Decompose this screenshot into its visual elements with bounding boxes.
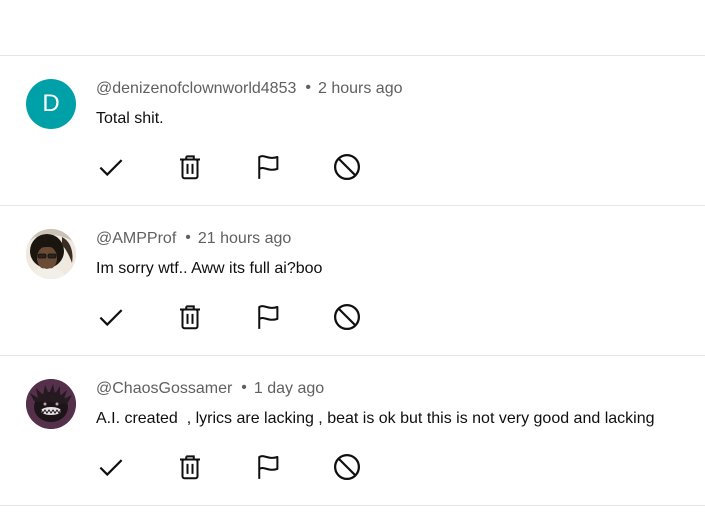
separator: • [185, 229, 191, 246]
comment-moderation-list: D @denizenofclownworld4853 • 2 hours ago T… [0, 0, 705, 524]
report-button[interactable] [252, 451, 284, 483]
avatar-letter: D [42, 90, 60, 117]
flag-icon [258, 155, 279, 179]
report-button[interactable] [252, 151, 284, 183]
comment-text: Im sorry wtf.. Aww its full ai?boo [96, 260, 323, 277]
comment-meta: @ChaosGossamer • 1 day ago [96, 379, 324, 399]
comment-time[interactable]: 2 hours ago [318, 80, 403, 97]
comment-meta: @AMPProf • 21 hours ago [96, 229, 291, 249]
trash-icon [180, 455, 200, 480]
trash-icon [180, 155, 200, 180]
avatar[interactable]: D [26, 79, 76, 129]
approve-button[interactable] [95, 301, 127, 333]
delete-button[interactable] [174, 451, 206, 483]
delete-button[interactable] [174, 301, 206, 333]
hide-user-button[interactable] [331, 151, 363, 183]
avatar[interactable] [26, 379, 76, 429]
hide-user-button[interactable] [331, 451, 363, 483]
avatar-photo [26, 379, 76, 429]
comment-time[interactable]: 1 day ago [254, 380, 324, 397]
author-handle[interactable]: @denizenofclownworld4853 [96, 80, 296, 97]
separator: • [305, 79, 311, 96]
block-icon [334, 154, 360, 180]
report-button[interactable] [252, 301, 284, 333]
hide-user-button[interactable] [331, 301, 363, 333]
comment-item: D @denizenofclownworld4853 • 2 hours ago T… [0, 55, 705, 205]
comment-item: @AMPProf • 21 hours ago Im sorry wtf.. Aww… [0, 205, 705, 355]
flag-icon [258, 455, 279, 479]
check-icon [99, 459, 123, 477]
author-handle[interactable]: @ChaosGossamer [96, 380, 232, 397]
comment-text: A.I. created , lyrics are lacking , beat… [96, 410, 655, 427]
comment-text: Total shit. [96, 110, 164, 127]
comment-item: @ChaosGossamer • 1 day ago A.I. created , … [0, 355, 705, 505]
delete-button[interactable] [174, 151, 206, 183]
block-icon [334, 454, 360, 480]
flag-icon [258, 305, 279, 329]
approve-button[interactable] [95, 151, 127, 183]
check-icon [99, 309, 123, 327]
divider [0, 505, 705, 506]
author-handle[interactable]: @AMPProf [96, 230, 176, 247]
avatar[interactable] [26, 229, 76, 279]
avatar-photo [26, 229, 76, 279]
comment-meta: @denizenofclownworld4853 • 2 hours ago [96, 79, 403, 99]
separator: • [241, 379, 247, 396]
block-icon [334, 304, 360, 330]
comment-time[interactable]: 21 hours ago [198, 230, 291, 247]
approve-button[interactable] [95, 451, 127, 483]
check-icon [99, 159, 123, 177]
trash-icon [180, 305, 200, 330]
